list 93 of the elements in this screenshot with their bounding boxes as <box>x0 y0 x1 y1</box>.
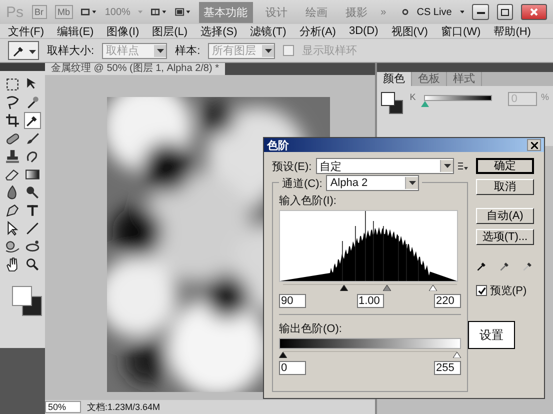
sample-label: 样本: <box>175 44 200 58</box>
menu-item[interactable]: 滤镜(T) <box>250 24 286 38</box>
minimize-button[interactable] <box>472 4 489 20</box>
annotation-label: 设置 <box>468 321 515 349</box>
rotate-icon[interactable] <box>5 239 20 254</box>
menu-item[interactable]: 编辑(E) <box>57 24 94 38</box>
dialog-button[interactable]: 确定 <box>476 158 534 174</box>
ring-icon[interactable] <box>402 7 409 17</box>
dropdown-arrow-icon <box>156 48 164 52</box>
bridge-button[interactable]: Br <box>32 5 47 19</box>
lasso-icon[interactable] <box>5 95 20 110</box>
zoom-field[interactable]: 50% <box>45 401 81 413</box>
dropdown-arrow-icon <box>29 50 36 54</box>
cs-live-button[interactable]: CS Live <box>416 6 452 18</box>
dropdown-arrow-icon <box>408 181 416 185</box>
output-level-field[interactable]: 255 <box>434 361 461 375</box>
panel-tab[interactable]: 颜色 <box>377 72 412 86</box>
input-level-field[interactable]: 90 <box>279 294 306 308</box>
input-level-field[interactable]: 220 <box>434 294 461 308</box>
preset-label: 预设(E): <box>272 160 312 174</box>
close-button[interactable] <box>521 4 547 20</box>
panel-header-bar <box>0 63 45 71</box>
input-levels-label: 输入色阶(I): <box>279 194 338 208</box>
pen-nib-icon[interactable] <box>5 203 20 218</box>
channel-label: 通道(C): <box>282 176 322 190</box>
eraser-icon[interactable] <box>5 167 20 182</box>
crop-icon[interactable] <box>5 113 20 128</box>
close-icon <box>530 8 538 16</box>
input-level-field[interactable]: 1.00 <box>356 294 384 308</box>
close-button[interactable] <box>527 139 541 151</box>
output-levels-label: 输出色阶(O): <box>279 322 343 336</box>
arrange-documents-icon[interactable] <box>151 6 167 18</box>
eyedropper-icon[interactable] <box>499 260 511 272</box>
tool-preset-picker[interactable] <box>8 41 39 60</box>
type-tool-icon[interactable] <box>25 203 40 218</box>
eyedropper-icon[interactable] <box>25 113 40 128</box>
dialog-button[interactable]: 取消 <box>476 179 534 195</box>
dialog-button[interactable]: 选项(T)... <box>476 229 534 245</box>
sample-size-label: 取样大小: <box>47 44 94 58</box>
level-handle[interactable] <box>383 285 392 291</box>
preset-options-icon[interactable] <box>458 162 468 170</box>
slider-thumb[interactable] <box>420 101 429 107</box>
gradient-icon[interactable] <box>25 167 40 182</box>
zoom-icon[interactable] <box>25 257 40 272</box>
menu-item[interactable]: 3D(D) <box>348 25 378 37</box>
line-icon[interactable] <box>25 221 40 236</box>
show-ring-label: 显示取样环 <box>302 44 358 58</box>
dialog-button[interactable]: 自动(A) <box>476 208 534 224</box>
menu-item[interactable]: 视图(V) <box>391 24 428 38</box>
level-handle[interactable] <box>340 285 348 291</box>
level-handle[interactable] <box>453 352 461 358</box>
menu-item[interactable]: 分析(A) <box>299 24 336 38</box>
dialog-title: 色阶 <box>267 138 289 152</box>
maximize-button[interactable] <box>496 4 514 20</box>
minimize-icon <box>476 10 485 14</box>
app-logo: Ps <box>6 4 24 20</box>
channel-dropdown[interactable]: Alpha 2 <box>326 175 420 191</box>
close-icon <box>530 142 538 148</box>
percent-unit: % <box>540 92 549 102</box>
screen-mode-icon[interactable] <box>174 6 191 18</box>
pointer-icon[interactable] <box>5 221 20 236</box>
magic-wand-icon[interactable] <box>25 95 40 110</box>
channel-label: K <box>410 92 416 102</box>
hand-icon[interactable] <box>5 257 20 272</box>
menu-item[interactable]: 图像(I) <box>106 24 140 38</box>
preview-checkbox[interactable] <box>476 285 487 296</box>
document-tab[interactable]: 金属纹理 @ 50% (图层 1, Alpha 2/8) * <box>45 63 225 75</box>
level-handle[interactable] <box>279 352 287 358</box>
menu-item[interactable]: 选择(S) <box>200 24 238 38</box>
stamp-icon[interactable] <box>5 149 20 164</box>
menu-item[interactable]: 窗口(W) <box>440 24 481 38</box>
mini-bridge-button[interactable]: Mb <box>54 5 74 19</box>
dashed-square-icon[interactable] <box>5 77 20 92</box>
menu-item[interactable]: 图层(L) <box>152 24 188 38</box>
preset-dropdown[interactable]: 自定 <box>316 158 454 174</box>
maximize-icon <box>501 8 510 16</box>
history-brush-icon[interactable] <box>25 149 40 164</box>
orbit-icon[interactable] <box>25 239 40 254</box>
view-extras-icon[interactable] <box>81 6 97 18</box>
dropdown-arrow-icon[interactable] <box>460 10 464 14</box>
document-size: 文档:1.23M/3.64M <box>87 400 160 414</box>
magnifier-icon[interactable] <box>25 185 40 200</box>
menu-item[interactable]: 帮助(H) <box>494 24 531 38</box>
dropdown-arrow-icon <box>264 48 272 52</box>
preview-label: 预览(P) <box>490 284 527 298</box>
dropdown-arrow-icon <box>444 164 450 168</box>
menu-item[interactable]: 文件(F) <box>8 24 44 38</box>
slider-track[interactable] <box>283 284 457 292</box>
eyedropper-icon[interactable] <box>522 260 534 272</box>
eyedropper-icon[interactable] <box>476 260 488 272</box>
brush-icon[interactable] <box>25 131 40 146</box>
output-level-field[interactable]: 0 <box>279 361 306 375</box>
level-handle[interactable] <box>428 285 437 291</box>
